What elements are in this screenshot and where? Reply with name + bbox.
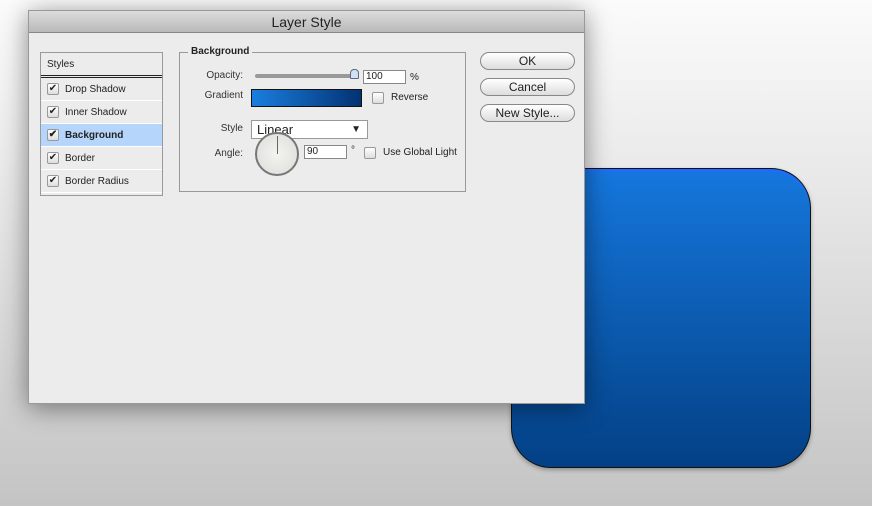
style-item-inner-shadow[interactable]: ✔ Inner Shadow [41,101,162,124]
opacity-slider-thumb[interactable] [350,69,359,79]
angle-label: Angle: [214,148,243,159]
angle-input[interactable]: 90 [304,145,347,159]
angle-unit: ° [351,145,355,156]
checkbox-drop-shadow[interactable]: ✔ [47,83,59,95]
style-label: Inner Shadow [65,106,127,118]
group-legend: Background [188,46,253,57]
opacity-input[interactable]: 100 [363,70,406,84]
checkbox-inner-shadow[interactable]: ✔ [47,106,59,118]
angle-dial[interactable] [255,132,299,176]
opacity-slider[interactable] [255,69,359,79]
style-item-border[interactable]: ✔ Border [41,147,162,170]
styles-list: Styles ✔ Drop Shadow ✔ Inner Shadow ✔ Backg… [40,52,163,196]
checkbox-border-radius[interactable]: ✔ [47,175,59,187]
style-label: Border [65,152,96,164]
angle-needle [277,136,278,154]
gradient-swatch[interactable] [251,89,362,107]
reverse-checkbox[interactable] [372,92,384,104]
checkbox-border[interactable]: ✔ [47,152,59,164]
style-item-background[interactable]: ✔ Background [41,124,162,147]
style-item-border-radius[interactable]: ✔ Border Radius [41,170,162,193]
dropdown-arrow-icon: ▼ [351,124,361,135]
styles-header: Styles [41,53,162,78]
cancel-button[interactable]: Cancel [480,78,575,96]
checkbox-background[interactable]: ✔ [47,129,59,141]
ok-button[interactable]: OK [480,52,575,70]
global-light-checkbox[interactable] [364,147,376,159]
opacity-label: Opacity: [206,70,243,81]
new-style-button[interactable]: New Style... [480,104,575,122]
style-label: Background [65,129,124,141]
background-group: Background Opacity: 100 % Gradient Rever… [179,46,466,192]
dialog-title: Layer Style [29,11,584,33]
style-label: Drop Shadow [65,83,126,95]
style-label: Style [220,123,243,134]
style-item-drop-shadow[interactable]: ✔ Drop Shadow [41,78,162,101]
global-light-label: Use Global Light [383,147,457,158]
opacity-unit: % [410,72,419,83]
reverse-label: Reverse [391,92,429,103]
gradient-label: Gradient [204,90,243,101]
layer-style-dialog: Layer Style Styles ✔ Drop Shadow ✔ Inner S… [28,10,585,404]
style-label: Border Radius [65,175,129,187]
